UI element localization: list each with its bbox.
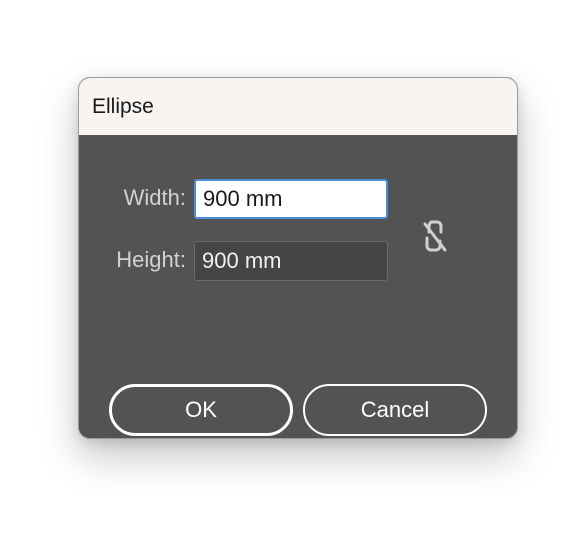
height-label: Height:: [116, 247, 186, 272]
ellipse-dialog: Ellipse Width: Height: OK Cancel: [78, 77, 518, 439]
ok-button[interactable]: OK: [109, 384, 293, 436]
dialog-titlebar[interactable]: Ellipse: [79, 78, 517, 135]
width-label: Width:: [123, 185, 186, 210]
dialog-title: Ellipse: [92, 95, 154, 118]
dialog-content: Width: Height: OK Cancel: [79, 135, 517, 438]
constrain-proportions-icon[interactable]: [419, 216, 451, 256]
cancel-button[interactable]: Cancel: [303, 384, 487, 436]
width-input[interactable]: [194, 179, 388, 219]
height-input[interactable]: [194, 241, 388, 281]
